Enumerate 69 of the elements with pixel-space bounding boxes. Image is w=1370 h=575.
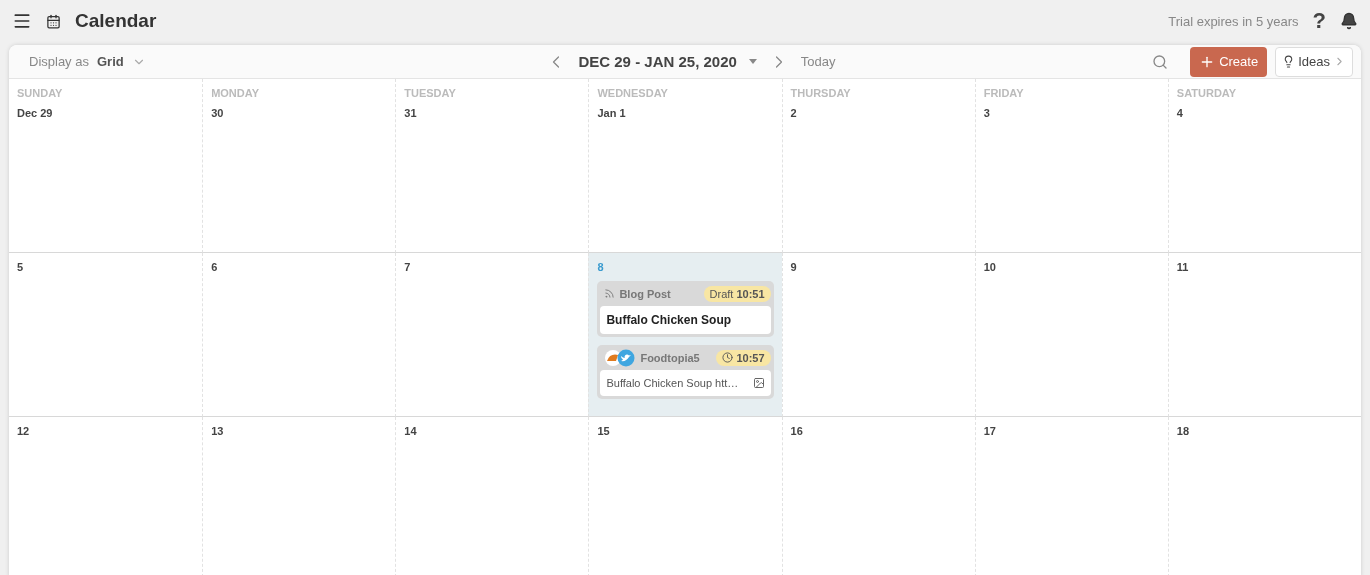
day-cell[interactable]: 5	[9, 253, 203, 417]
day-cell[interactable]: THURSDAY 2	[781, 79, 975, 253]
weekday-label: TUESDAY	[404, 87, 457, 99]
day-number: 7	[404, 261, 412, 273]
day-cell[interactable]: MONDAY 30	[202, 79, 396, 253]
day-number: 12	[17, 425, 31, 437]
weekday-label: WEDNESDAY	[597, 87, 669, 99]
day-number: 18	[1176, 425, 1191, 437]
day-cell[interactable]: 9	[781, 253, 975, 417]
weekday-label: MONDAY	[211, 87, 261, 99]
day-cell[interactable]: 11	[1167, 253, 1361, 417]
day-cell[interactable]: 7	[395, 253, 589, 417]
day-number: 10	[983, 261, 997, 273]
day-number: Dec 29	[17, 107, 54, 119]
day-cell[interactable]: 10	[974, 253, 1168, 417]
day-number: 14	[404, 425, 418, 437]
day-number: 6	[211, 261, 219, 273]
day-number: 13	[211, 425, 225, 437]
weekday-label: SUNDAY	[17, 87, 64, 99]
display-label: Display as	[29, 54, 89, 69]
today-button[interactable]: Today	[800, 54, 836, 69]
image-icon	[752, 377, 765, 389]
post-card[interactable]: Blog Post Draft 10:51 Buffalo Chicken Soup	[597, 281, 774, 337]
create-button[interactable]: Create	[1190, 46, 1268, 77]
time-badge: 10:57	[716, 349, 771, 366]
date-range[interactable]: DEC 29 - JAN 25, 2020	[578, 53, 737, 70]
bell-icon[interactable]	[1340, 12, 1358, 30]
post-card[interactable]: Foodtopia5 10:57 Buffalo Chicken Soup htt…	[597, 345, 774, 399]
caret-icon[interactable]	[748, 59, 757, 64]
day-number: Jan 1	[597, 107, 627, 119]
day-number: 5	[17, 261, 25, 273]
day-number: 2	[790, 107, 798, 119]
post-source: Blog Post	[619, 287, 671, 300]
rss-icon	[604, 288, 616, 299]
day-cell[interactable]: TUESDAY 31	[395, 79, 589, 253]
account-avatars-icon	[604, 348, 637, 367]
account-name: Foodtopia5	[640, 351, 700, 364]
menu-icon[interactable]	[12, 11, 32, 31]
day-number: 17	[983, 425, 997, 437]
display-dropdown[interactable]: Grid	[96, 54, 124, 69]
status-badge: Draft 10:51	[703, 285, 771, 302]
weekday-label: SATURDAY	[1176, 87, 1238, 99]
post-title: Buffalo Chicken Soup	[606, 313, 732, 327]
help-button[interactable]: ?	[1312, 8, 1326, 34]
trial-notice: Trial expires in 5 years	[1168, 13, 1299, 29]
clock-icon	[722, 352, 734, 363]
day-cell[interactable]: 8 Blog Post Draft 10:51 Buffalo Chicken Soup Foodtopia5 10:57 Buffalo Chicken Soup htt…	[588, 253, 782, 417]
day-number: 9	[790, 261, 798, 273]
day-number: 16	[790, 425, 804, 437]
day-number: 15	[597, 425, 611, 437]
day-cell[interactable]: WEDNESDAY Jan 1	[588, 79, 782, 253]
page-title: Calendar	[75, 10, 157, 32]
day-cell[interactable]: SATURDAY 4	[1167, 79, 1361, 253]
weekday-label: THURSDAY	[790, 87, 852, 99]
day-number: 11	[1176, 261, 1190, 273]
day-number: 30	[211, 107, 225, 119]
ideas-button[interactable]: Ideas	[1275, 46, 1353, 77]
day-number: 3	[983, 107, 991, 119]
day-number: 31	[404, 107, 418, 119]
day-cell[interactable]: FRIDAY 3	[974, 79, 1168, 253]
search-icon[interactable]	[1152, 53, 1169, 70]
calendar-icon	[46, 13, 61, 29]
post-text: Buffalo Chicken Soup htt…	[606, 377, 739, 389]
day-cell[interactable]: SUNDAY Dec 29	[9, 79, 203, 253]
day-cell[interactable]: 18	[1167, 417, 1361, 575]
day-number: 8	[597, 261, 605, 273]
day-cell[interactable]: 6	[202, 253, 396, 417]
day-number: 4	[1176, 107, 1184, 119]
weekday-label: FRIDAY	[983, 87, 1025, 99]
